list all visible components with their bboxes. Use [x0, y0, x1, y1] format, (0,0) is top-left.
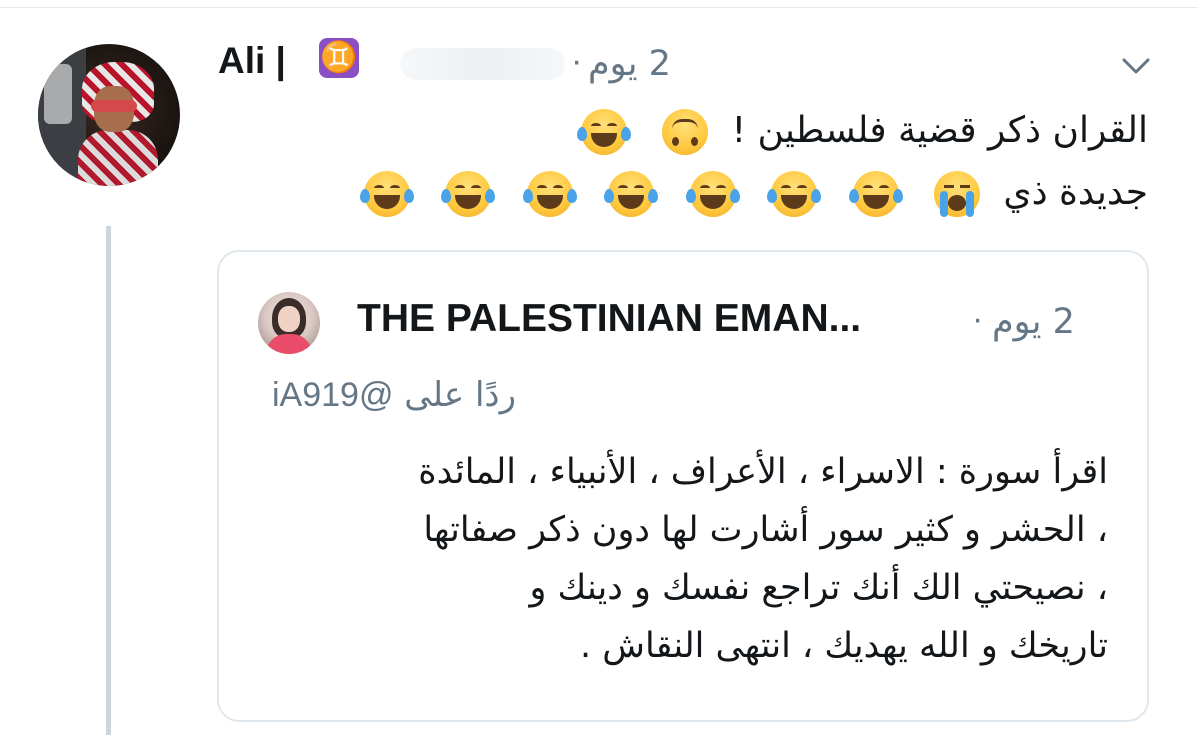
blurred-handle	[400, 48, 565, 80]
tweet-text-line-1-text: القران ذكر قضية فلسطين !	[731, 110, 1148, 151]
tears-of-joy-icon	[576, 109, 631, 155]
quoted-author-avatar[interactable]	[258, 292, 320, 354]
quoted-text-line: ، الحشر و كثير سور أشارت لها دون ذكر صفا…	[423, 510, 1108, 550]
quoted-author-name[interactable]: THE PALESTINIAN EMAN...	[357, 297, 861, 341]
separator-dot: ·	[571, 42, 583, 80]
tweet-timestamp[interactable]: 2 يوم	[588, 44, 671, 84]
tears-of-joy-icon	[604, 171, 659, 217]
reply-context: ردًا على @iA919	[272, 375, 516, 415]
separator-dot: ·	[972, 300, 984, 338]
tears-of-joy-icon	[685, 171, 740, 217]
tweet-text-line-2-text: جديدة ذي	[1003, 172, 1148, 213]
tears-of-joy-icon	[848, 171, 903, 217]
gemini-zodiac-icon: ♊	[319, 38, 359, 78]
tweet-text: القران ذكر قضية فلسطين ! جديدة ذي	[328, 100, 1148, 224]
reply-handle-link[interactable]: @iA919	[272, 376, 393, 414]
tweet-text-line-1: القران ذكر قضية فلسطين !	[328, 100, 1148, 162]
thread-line	[106, 226, 111, 735]
tweet-text-line-2: جديدة ذي	[328, 162, 1148, 224]
quoted-tweet-text: اقرأ سورة : الاسراء ، الأعراف ، الأنبياء…	[268, 443, 1108, 675]
quoted-text-line: ، نصيحتي الك أنك تراجع نفسك و دينك و	[529, 568, 1108, 608]
top-divider	[0, 0, 1198, 8]
upside-down-face-icon	[662, 109, 709, 155]
tears-of-joy-icon	[359, 171, 414, 217]
quoted-text-line: اقرأ سورة : الاسراء ، الأعراف ، الأنبياء…	[418, 452, 1108, 492]
tears-of-joy-icon	[767, 171, 822, 217]
chevron-down-icon[interactable]	[1118, 50, 1154, 80]
quoted-tweet-timestamp[interactable]: 2 يوم	[992, 302, 1075, 342]
author-name[interactable]: Ali |	[218, 40, 286, 82]
reply-prefix: ردًا على	[404, 375, 516, 415]
loudly-crying-face-icon	[933, 171, 980, 217]
author-avatar[interactable]	[38, 44, 180, 186]
tears-of-joy-icon	[522, 171, 577, 217]
tears-of-joy-icon	[441, 171, 496, 217]
quoted-text-line: تاريخك و الله يهديك ، انتهى النقاش .	[580, 626, 1108, 666]
